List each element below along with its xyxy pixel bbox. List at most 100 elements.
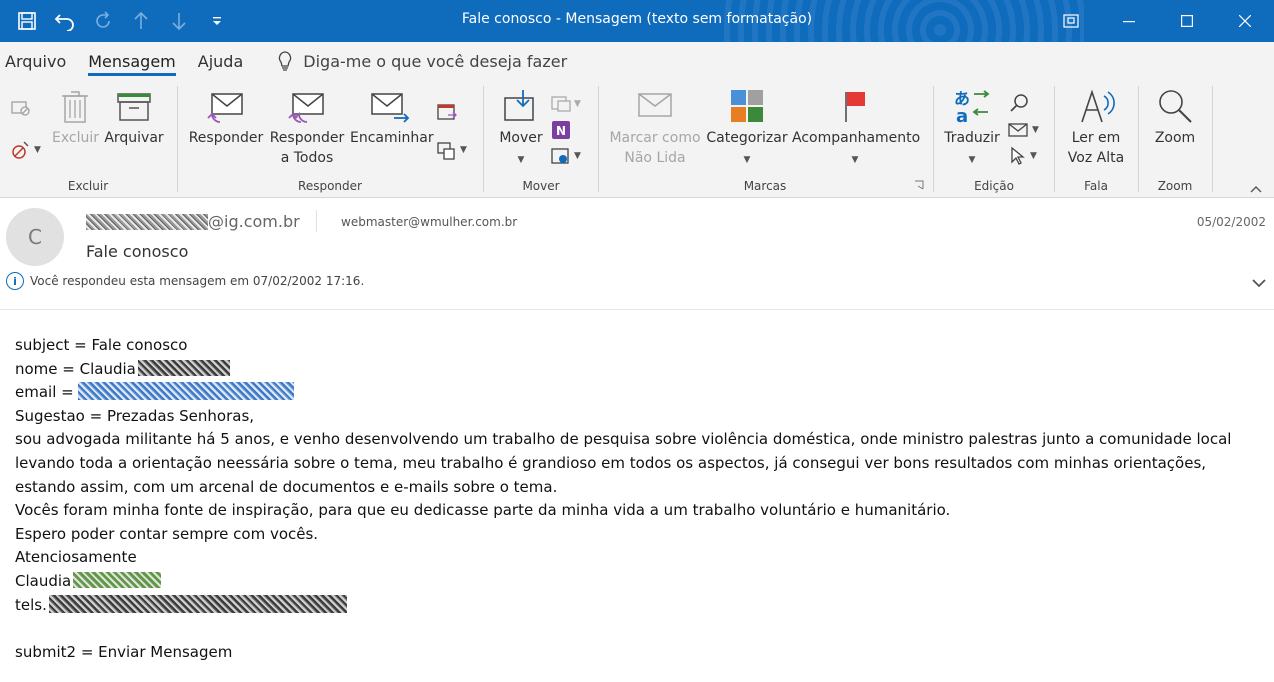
read-aloud-label-1: Ler em <box>1071 130 1121 146</box>
caret-icon: ▼ <box>574 99 581 109</box>
ignore-button[interactable] <box>10 96 46 120</box>
rules-icon <box>551 96 571 112</box>
group-edicao: あa Traduzir ▼ ▼ ▼ Edição <box>936 84 1052 196</box>
body-line: sou advogada militante há 5 anos, e venh… <box>15 430 1232 449</box>
group-label-marcas: Marcas <box>743 179 787 193</box>
caret-icon: ▼ <box>1032 125 1039 135</box>
translate-button[interactable]: あa Traduzir ▼ <box>942 88 1002 170</box>
body-line: Sugestao = Prezadas Senhoras, <box>15 406 255 425</box>
caret-icon: ▼ <box>851 155 859 165</box>
svg-text:a: a <box>956 106 968 124</box>
body-line: levando toda a orientação neessária sobr… <box>15 453 1207 472</box>
group-marcas: Marcar como Não Lida Categorizar ▼ Acomp… <box>600 84 930 196</box>
recipient[interactable]: webmaster@wmulher.com.br <box>341 215 517 229</box>
ribbon-separator <box>483 86 484 192</box>
group-label-responder: Responder <box>298 179 362 193</box>
caret-icon: ▼ <box>1030 151 1037 161</box>
ribbon-separator <box>933 86 934 192</box>
reply-icon <box>207 93 243 123</box>
sender-domain: @ig.com.br <box>208 212 300 231</box>
reply-button[interactable]: Responder <box>188 88 264 148</box>
onenote-button[interactable]: N <box>550 118 586 142</box>
body-line: Espero poder contar sempre com vocês. <box>15 524 319 543</box>
forward-button[interactable]: Encaminhar <box>350 88 434 148</box>
cleanup-icon <box>12 141 29 159</box>
read-aloud-button[interactable]: Ler em Voz Alta <box>1060 88 1132 168</box>
categorize-button[interactable]: Categorizar ▼ <box>706 88 788 170</box>
body-line: tels. <box>15 594 1265 618</box>
tab-ajuda[interactable]: Ajuda <box>192 42 250 80</box>
onenote-icon: N <box>552 121 570 139</box>
caret-icon: ▼ <box>34 145 41 155</box>
archive-label: Arquivar <box>104 130 164 146</box>
dialog-launcher-icon[interactable] <box>914 180 924 190</box>
restore-down-icon[interactable] <box>1042 0 1100 42</box>
related-button[interactable]: ▼ <box>1008 118 1044 142</box>
info-bar[interactable]: i Você respondeu esta mensagem em 07/02/… <box>6 272 364 290</box>
body-sign: Claudia <box>15 571 72 590</box>
more-respond-button[interactable]: ▼ <box>436 138 472 162</box>
tab-arquivo[interactable]: Arquivo <box>0 42 72 80</box>
followup-button[interactable]: Acompanhamento ▼ <box>792 88 921 170</box>
group-mover: Mover ▼ ▼ N ▼ Mover <box>486 84 596 196</box>
body-tels: tels. <box>15 595 47 614</box>
group-label-mover: Mover <box>522 179 560 193</box>
body-line: subject = Fale conosco <box>15 336 188 354</box>
actions-button[interactable]: ▼ <box>550 144 586 168</box>
close-icon[interactable] <box>1216 0 1274 42</box>
body-line: submit2 = Enviar Mensagem <box>15 642 233 661</box>
mark-unread-button[interactable]: Marcar como Não Lida <box>606 88 704 168</box>
group-fala: Ler em Voz Alta Fala <box>1056 84 1136 196</box>
redacted-signature <box>73 571 162 588</box>
reply-all-button[interactable]: Responder a Todos <box>268 88 346 168</box>
maximize-icon[interactable] <box>1158 0 1216 42</box>
tell-me-box[interactable]: Diga-me o que você deseja fazer <box>277 51 567 71</box>
group-label-fala: Fala <box>1084 179 1108 193</box>
body-line: nome = Claudia <box>15 358 1265 382</box>
select-button[interactable]: ▼ <box>1008 144 1044 168</box>
reply-all-label-2: a Todos <box>280 150 334 166</box>
caret-icon: ▼ <box>517 155 525 165</box>
redacted-email-link[interactable] <box>78 382 295 401</box>
tab-mensagem[interactable]: Mensagem <box>82 42 182 80</box>
body-email: email = <box>15 383 79 402</box>
header-divider <box>316 210 317 232</box>
redacted-sender-name <box>86 213 208 230</box>
ribbon-separator <box>177 86 178 192</box>
collapse-ribbon-icon[interactable] <box>1250 185 1262 193</box>
cleanup-button[interactable]: ▼ <box>10 138 46 162</box>
message-date: 05/02/2002 <box>1196 215 1266 229</box>
move-label: Mover <box>499 130 543 146</box>
ignore-icon <box>11 101 30 116</box>
archive-button[interactable]: Arquivar <box>104 88 164 148</box>
caret-icon: ▼ <box>743 155 751 165</box>
body-line: Claudia <box>15 570 1265 594</box>
minimize-icon[interactable] <box>1100 0 1158 42</box>
delete-button[interactable]: Excluir <box>52 88 99 148</box>
avatar[interactable]: C <box>6 208 64 266</box>
body-line: Vocês foram minha fonte de inspiração, p… <box>15 501 951 520</box>
chevron-down-icon[interactable] <box>1252 278 1266 288</box>
zoom-button[interactable]: Zoom <box>1146 88 1204 148</box>
move-button[interactable]: Mover ▼ <box>494 88 548 170</box>
zoom-label: Zoom <box>1154 130 1196 146</box>
info-icon: i <box>6 272 24 290</box>
calendar-reply-icon <box>437 104 457 120</box>
message-header: C @ig.com.br webmaster@wmulher.com.br 05… <box>0 198 1274 310</box>
meeting-reply-button[interactable] <box>436 100 472 124</box>
body-nome: nome = Claudia <box>15 359 136 378</box>
move-icon <box>504 90 534 121</box>
group-label-edicao: Edição <box>974 179 1014 193</box>
redacted-phones <box>48 594 347 613</box>
find-button[interactable] <box>1008 92 1044 116</box>
body-line: estando assim, com um arcenal de documen… <box>15 477 558 496</box>
read-aloud-icon <box>1081 89 1115 123</box>
ribbon-separator <box>1054 86 1055 192</box>
mark-unread-label-2: Não Lida <box>624 150 686 166</box>
rules-button[interactable]: ▼ <box>550 92 586 116</box>
followup-label: Acompanhamento <box>792 130 921 146</box>
sender[interactable]: @ig.com.br <box>86 212 300 231</box>
ribbon-separator <box>1138 86 1139 192</box>
message-subject: Fale conosco <box>86 242 189 261</box>
